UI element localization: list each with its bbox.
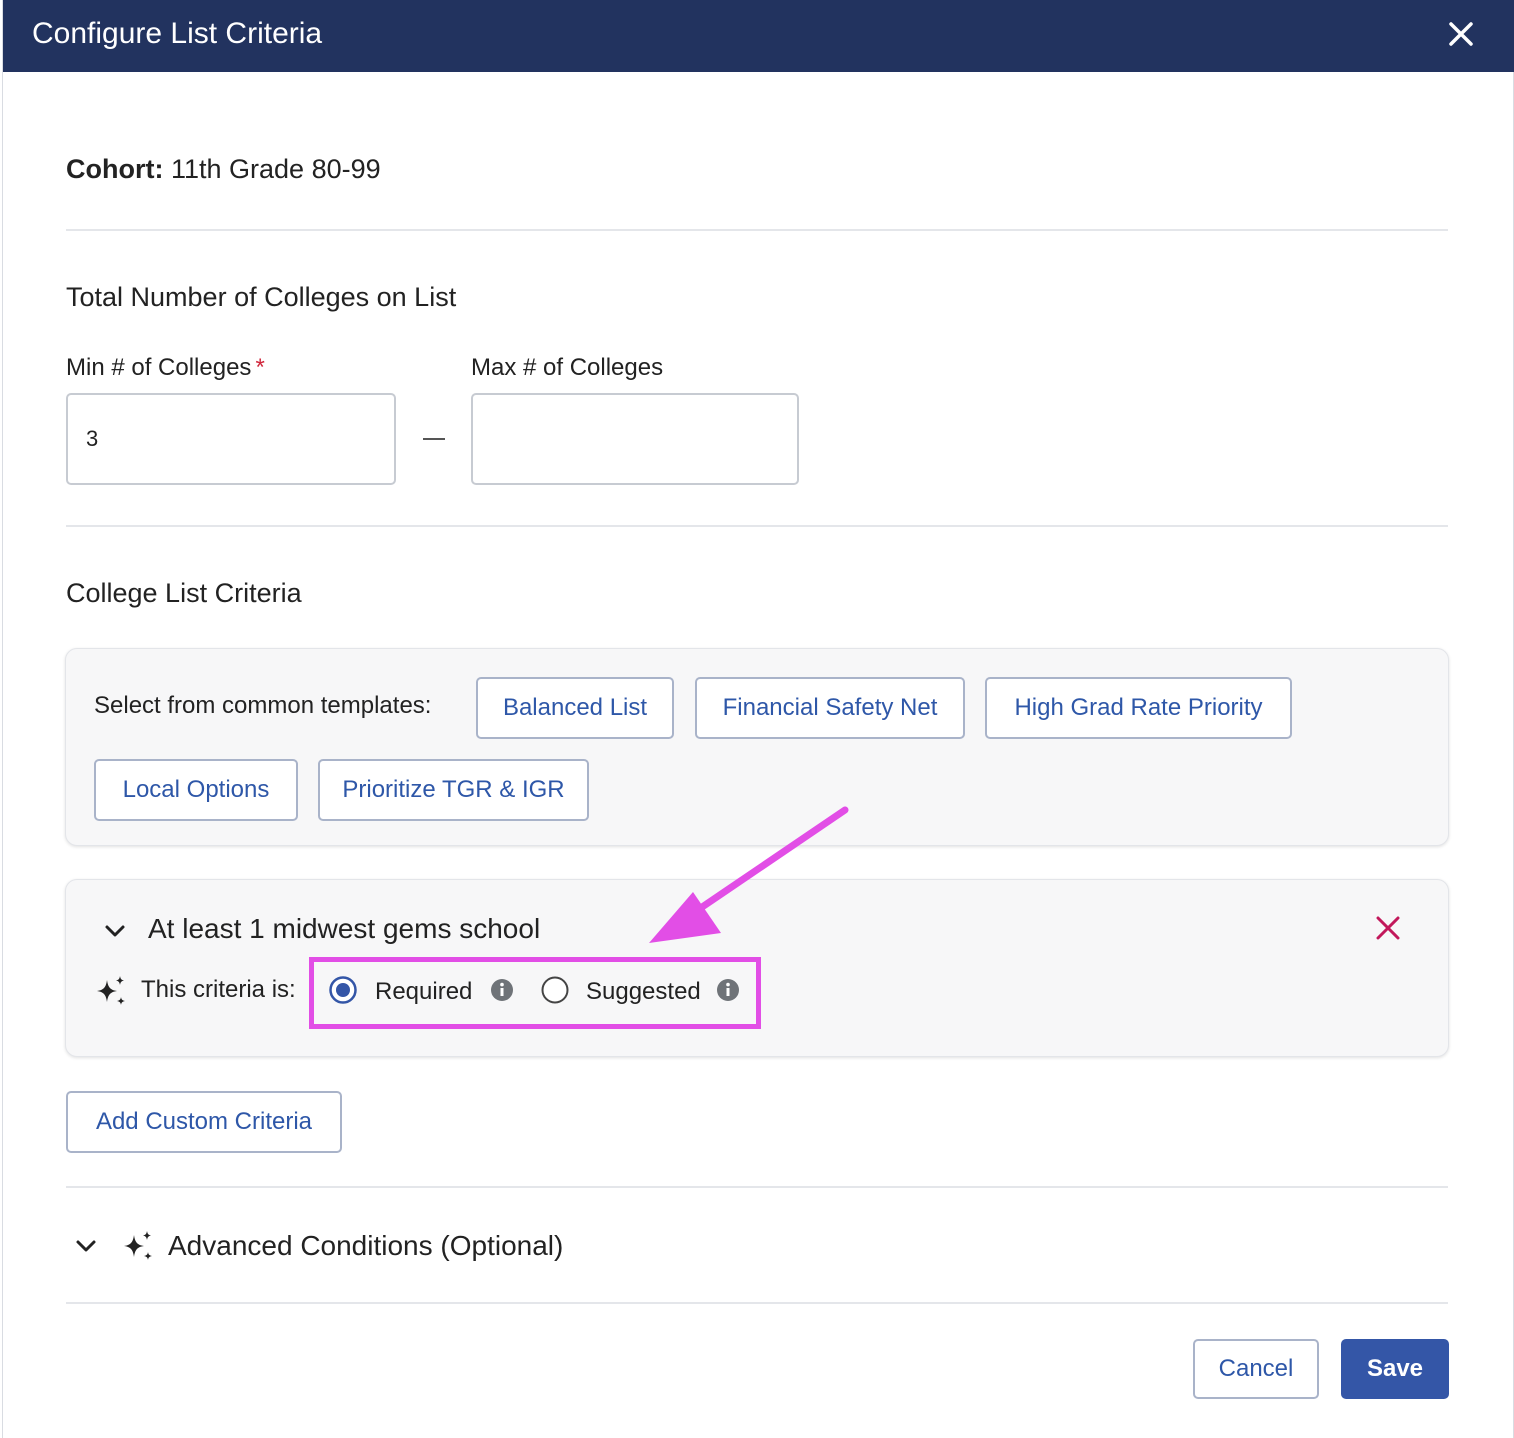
dialog-header: Configure List Criteria [3,0,1514,72]
close-icon[interactable] [1443,16,1479,52]
max-colleges-input[interactable] [471,393,799,485]
template-local-options-button[interactable]: Local Options [94,759,298,821]
chevron-down-icon[interactable] [73,1233,99,1259]
divider [66,1186,1448,1188]
dialog-title: Configure List Criteria [32,17,323,50]
annotation-arrow-icon [643,800,863,950]
templates-label: Select from common templates: [94,692,432,719]
divider [66,1302,1448,1304]
min-colleges-label: Min # of Colleges * [66,353,265,383]
divider [66,525,1448,527]
cohort-value: 11th Grade 80-99 [170,154,381,184]
criteria-type-label: This criteria is: [141,976,296,1003]
save-button[interactable]: Save [1341,1339,1449,1399]
advanced-conditions-toggle[interactable]: Advanced Conditions (Optional) [168,1229,563,1263]
add-custom-criteria-button[interactable]: Add Custom Criteria [66,1091,342,1153]
configure-list-criteria-dialog: Configure List Criteria Cohort: 11th Gra… [2,0,1514,1438]
template-high-grad-rate-priority-button[interactable]: High Grad Rate Priority [985,677,1292,739]
template-balanced-list-button[interactable]: Balanced List [476,677,674,739]
remove-criteria-icon[interactable] [1372,912,1404,944]
cohort-label: Cohort: [66,154,164,184]
template-financial-safety-net-button[interactable]: Financial Safety Net [695,677,965,739]
highlight-box [309,957,761,1029]
template-prioritize-tgr-igr-button[interactable]: Prioritize TGR & IGR [318,759,589,821]
sparkle-icon [121,1229,155,1263]
criteria-title: At least 1 midwest gems school [148,913,541,944]
required-star: * [255,354,265,381]
max-colleges-label: Max # of Colleges [471,354,664,381]
sparkle-icon [94,974,128,1008]
divider [66,229,1448,231]
chevron-down-icon[interactable] [102,918,128,944]
range-dash [423,438,445,440]
min-colleges-input[interactable]: 3 [66,393,396,485]
total-colleges-heading: Total Number of Colleges on List [66,282,457,312]
college-list-criteria-heading: College List Criteria [66,578,302,608]
min-colleges-label-text: Min # of Colleges [66,354,252,381]
cancel-button[interactable]: Cancel [1193,1339,1319,1399]
cohort-line: Cohort: 11th Grade 80-99 [66,152,381,186]
